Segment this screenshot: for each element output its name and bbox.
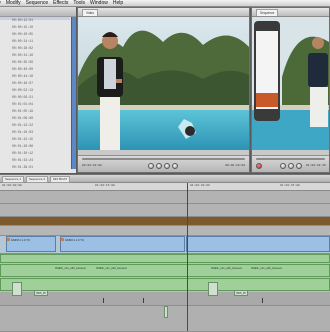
ruler-label: 01:00:00:00 bbox=[2, 184, 22, 187]
audio-clip[interactable] bbox=[0, 278, 330, 291]
tab-video[interactable]: Video bbox=[82, 9, 99, 16]
browser-item[interactable]: 00:01:30:12 bbox=[12, 151, 33, 155]
browser-item[interactable]: 00:00:20:05 bbox=[12, 32, 33, 36]
canvas-forward-button[interactable] bbox=[296, 163, 302, 169]
menu-item-sequence[interactable]: Sequence bbox=[26, 0, 49, 6]
timeline-window: Sequence 1 Sequence 2 MIX BOAT 01:00:00:… bbox=[0, 174, 330, 332]
clip-marker bbox=[61, 238, 64, 241]
browser-item[interactable]: 00:01:39:01 bbox=[12, 165, 33, 169]
menu-item-modify[interactable]: Modify bbox=[6, 0, 21, 6]
scrollbar[interactable] bbox=[71, 17, 76, 169]
browser-item[interactable]: 00:00:15:10 bbox=[12, 25, 33, 29]
audio-clip[interactable]: OSEK_mix_cdb_bsnoud OSEK_mix_cdb_bsnoud … bbox=[0, 264, 330, 277]
tab-sequence-2[interactable]: Sequence 2 bbox=[26, 176, 49, 183]
browser-item[interactable]: 00:01:13:22 bbox=[12, 123, 33, 127]
clip-label: OSEK_mix_cdb_bsnoud bbox=[96, 266, 127, 270]
canvas-play-reverse-button[interactable] bbox=[280, 163, 286, 169]
canvas-window: Sequence 01:00:42:16 bbox=[251, 7, 330, 173]
browser-item[interactable]: 00:01:26:06 bbox=[12, 144, 33, 148]
playhead[interactable] bbox=[187, 183, 188, 331]
clip-label: BRS_05 bbox=[236, 292, 246, 295]
small-clip[interactable] bbox=[164, 306, 168, 318]
browser-item[interactable]: 00:01:05:19 bbox=[12, 109, 33, 113]
browser-item[interactable]: 00:00:28:02 bbox=[12, 46, 33, 50]
menu-item-modify-partial[interactable]: fy bbox=[0, 0, 1, 6]
ruler-label: 01:00:15:00 bbox=[95, 184, 115, 187]
browser-panel: 00:00:12:01 00:00:15:10 00:00:20:05 00:00:2… bbox=[0, 7, 76, 173]
timeline-ruler[interactable]: 01:00:00:00 01:00:15:00 01:00:30:00 01:0… bbox=[0, 183, 330, 191]
tab-sequence-1[interactable]: Sequence 1 bbox=[2, 176, 25, 183]
timeline-tab-bar: Sequence 1 Sequence 2 MIX BOAT bbox=[0, 175, 330, 183]
small-clip[interactable]: BRS_05 bbox=[234, 290, 248, 296]
video-clip[interactable] bbox=[186, 236, 330, 252]
selected-row[interactable] bbox=[0, 17, 70, 20]
small-clip[interactable]: BRS_05 bbox=[34, 290, 48, 296]
browser-item[interactable]: 00:01:09:08 bbox=[12, 116, 33, 120]
track-empty bbox=[0, 226, 330, 236]
edit-point bbox=[262, 298, 263, 303]
audio-clip[interactable] bbox=[0, 254, 330, 263]
viewer-window: Video 00:00:43:08 00:00:18:00 bbox=[77, 7, 250, 173]
edit-point bbox=[103, 298, 104, 303]
browser-item[interactable]: 00:01:18:03 bbox=[12, 130, 33, 134]
track-empty bbox=[0, 204, 330, 217]
canvas-play-button[interactable] bbox=[288, 163, 294, 169]
tab-sequence[interactable]: Sequence bbox=[256, 9, 279, 16]
video-clip[interactable]: GMKK1.1.0.T.0 bbox=[6, 236, 56, 252]
browser-item[interactable]: 00:00:24:11 bbox=[12, 39, 33, 43]
viewer-scrubber[interactable] bbox=[82, 158, 245, 160]
clip-label: OSEK_mix_cdb_bsnoud bbox=[55, 266, 86, 270]
browser-item[interactable]: 00:00:12:01 bbox=[12, 18, 33, 22]
clip-marker bbox=[7, 238, 10, 241]
track-empty bbox=[0, 191, 330, 204]
browser-item[interactable]: 00:01:22:15 bbox=[12, 137, 33, 141]
menu-item-window[interactable]: Window bbox=[90, 0, 108, 6]
clip-label: GMKK1.1.0.T.0 bbox=[11, 238, 30, 242]
clip-label: OSEK_mix_cdb_bsnoud bbox=[211, 266, 242, 270]
small-clip[interactable] bbox=[208, 282, 218, 296]
clip-label: GMKK1.1.0.T.0 bbox=[65, 238, 84, 242]
viewer-video-frame bbox=[78, 17, 249, 150]
canvas-timecode: 01:00:42:16 bbox=[306, 164, 326, 167]
browser-item[interactable]: 00:01:01:04 bbox=[12, 102, 33, 106]
browser-item[interactable]: 00:00:56:21 bbox=[12, 95, 33, 99]
viewer-transport: 00:00:43:08 00:00:18:00 bbox=[78, 155, 249, 172]
record-button[interactable] bbox=[256, 163, 262, 169]
audio-track-lower bbox=[0, 292, 330, 306]
menu-bar: fy Modify Sequence Effects Tools Window … bbox=[0, 0, 330, 7]
browser-item[interactable]: 00:00:52:13 bbox=[12, 88, 33, 92]
browser-item[interactable]: 00:00:35:09 bbox=[12, 60, 33, 64]
viewer-timecode-in: 00:00:43:08 bbox=[82, 164, 102, 167]
fast-forward-button[interactable] bbox=[172, 163, 178, 169]
tab-mix-boat[interactable]: MIX BOAT bbox=[50, 176, 71, 183]
browser-item[interactable]: 00:00:31:16 bbox=[12, 53, 33, 57]
menu-item-tools[interactable]: Tools bbox=[73, 0, 85, 6]
browser-item[interactable]: 00:00:48:07 bbox=[12, 81, 33, 85]
rewind-button[interactable] bbox=[148, 163, 154, 169]
ruler-label: 01:00:45:00 bbox=[280, 184, 300, 187]
browser-header bbox=[0, 7, 76, 17]
track-brown bbox=[0, 217, 330, 226]
menu-item-help[interactable]: Help bbox=[113, 0, 123, 6]
video-clip[interactable]: GMKK1.1.0.T.0 bbox=[60, 236, 185, 252]
play-button[interactable] bbox=[164, 163, 170, 169]
canvas-scrubber[interactable] bbox=[256, 158, 325, 160]
browser-item[interactable]: 00:01:34:24 bbox=[12, 158, 33, 162]
ruler-label: 01:00:30:00 bbox=[190, 184, 210, 187]
edit-point bbox=[143, 298, 144, 303]
clip-label: OSEK_mix_cdb_bsnoud bbox=[251, 266, 282, 270]
small-clip[interactable] bbox=[12, 282, 22, 296]
browser-item[interactable]: 00:00:40:00 bbox=[12, 67, 33, 71]
viewer-title-bar: Video bbox=[78, 8, 249, 17]
viewer-timecode-out: 00:00:18:00 bbox=[225, 164, 245, 167]
browser-item[interactable]: 00:00:44:18 bbox=[12, 74, 33, 78]
clip-label: BRS_05 bbox=[36, 292, 46, 295]
canvas-video-frame bbox=[252, 17, 329, 150]
canvas-title-bar: Sequence bbox=[252, 8, 329, 17]
canvas-transport: 01:00:42:16 bbox=[252, 155, 329, 172]
play-reverse-button[interactable] bbox=[156, 163, 162, 169]
menu-item-effects[interactable]: Effects bbox=[53, 0, 68, 6]
